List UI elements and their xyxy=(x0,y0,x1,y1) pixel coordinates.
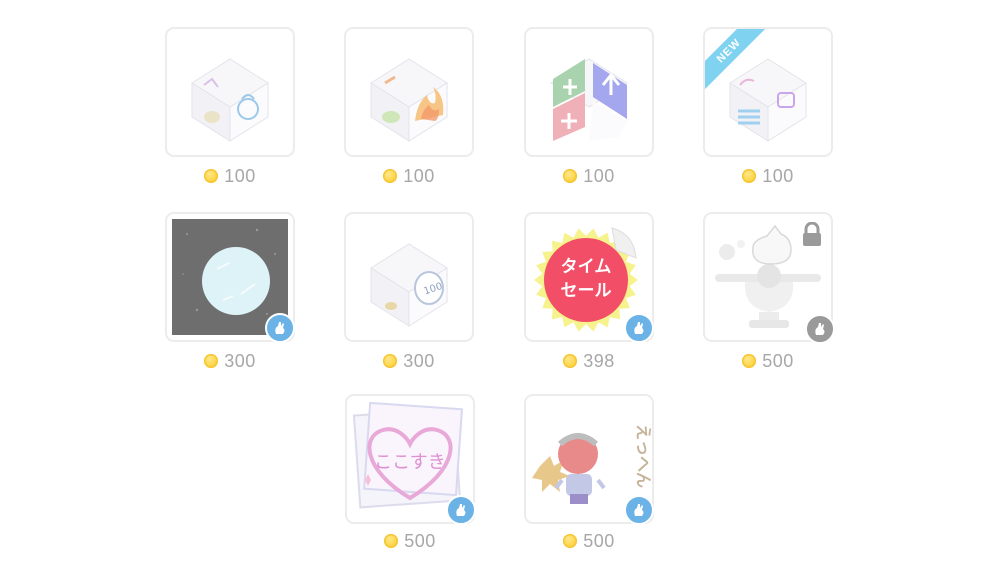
price-value: 300 xyxy=(403,350,435,371)
effect-badge xyxy=(624,313,654,343)
effect-badge-disabled xyxy=(805,314,835,344)
effect-badge xyxy=(624,495,654,525)
dice-character-icon xyxy=(191,58,269,142)
sparkle-hand-icon xyxy=(634,504,644,516)
item-card-dice-compass[interactable] xyxy=(524,27,654,157)
dice-compass-icon xyxy=(550,58,628,141)
sticker-text-line2: セール xyxy=(561,281,612,301)
price-value: 100 xyxy=(224,165,256,186)
dice-fire-icon xyxy=(370,58,448,142)
price-value: 100 xyxy=(762,165,794,186)
effect-badge xyxy=(446,495,476,525)
price-value: 100 xyxy=(403,165,435,186)
item-card-dice-fire[interactable] xyxy=(344,27,474,157)
lock-icon xyxy=(803,222,821,246)
item-card-dice-coin[interactable]: 100 xyxy=(344,212,474,342)
price-tag: 300 xyxy=(165,350,295,372)
price-tag: 398 xyxy=(524,350,654,372)
sparkle-hand-icon xyxy=(456,504,466,516)
price-tag: 300 xyxy=(344,350,474,372)
price-tag: 500 xyxy=(703,350,833,372)
tengu-text: えっへん xyxy=(634,424,652,488)
item-card-dice-character[interactable] xyxy=(165,27,295,157)
price-tag: 100 xyxy=(524,165,654,187)
dice-coin-icon: 100 xyxy=(370,243,448,327)
price-value: 500 xyxy=(762,350,794,371)
price-value: 398 xyxy=(583,350,615,371)
price-tag: 500 xyxy=(524,530,654,552)
coin-icon xyxy=(204,354,219,368)
sparkle-hand-icon xyxy=(815,323,825,335)
price-tag: 100 xyxy=(344,165,474,187)
shop-grid: 100 100 100 NEW 100 300 100 300 タイム セール … xyxy=(0,0,1000,562)
sparkle-hand-icon xyxy=(634,322,644,334)
price-tag: 500 xyxy=(345,530,475,552)
coin-icon xyxy=(742,169,757,183)
price-value: 500 xyxy=(583,530,615,551)
item-card-dice-anata[interactable]: NEW xyxy=(703,27,833,157)
coin-icon xyxy=(742,354,757,368)
price-value: 500 xyxy=(404,530,436,551)
effect-badge xyxy=(265,313,295,343)
coin-icon xyxy=(563,354,578,368)
coin-icon xyxy=(384,534,399,548)
coin-icon xyxy=(563,534,578,548)
sticker-text-line1: タイム xyxy=(561,257,612,277)
frame-text: ここすき xyxy=(374,452,446,473)
price-tag: 100 xyxy=(703,165,833,187)
price-tag: 100 xyxy=(165,165,295,187)
price-value: 100 xyxy=(583,165,615,186)
coin-icon xyxy=(383,354,398,368)
price-value: 300 xyxy=(224,350,256,371)
coin-icon xyxy=(563,169,578,183)
coin-icon xyxy=(383,169,398,183)
sparkle-hand-icon xyxy=(275,322,285,334)
coin-icon xyxy=(204,169,219,183)
